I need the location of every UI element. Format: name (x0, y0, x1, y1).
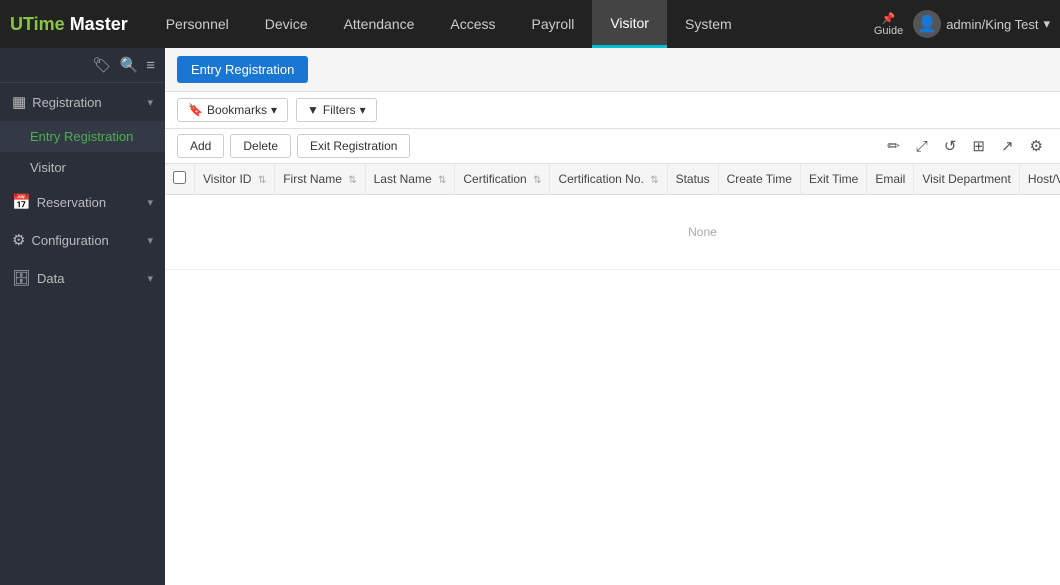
bookmark-icon: 🔖 (188, 103, 203, 117)
history-icon-button[interactable]: ↺ (939, 134, 962, 158)
col-visitor-id: Visitor ID ⇅ (195, 164, 275, 195)
nav-personnel[interactable]: Personnel (148, 0, 247, 48)
top-navigation: UTime Master Personnel Device Attendance… (0, 0, 1060, 48)
sidebar-icons-row: 🏷 🔍 ≡ (0, 48, 165, 83)
col-certification: Certification ⇅ (455, 164, 550, 195)
sort-visitor-id-icon[interactable]: ⇅ (258, 175, 266, 186)
database-icon: 🗄 (12, 269, 31, 287)
guide-label: Guide (874, 25, 903, 37)
sidebar-section-configuration-label: Configuration (31, 233, 108, 248)
select-all-checkbox[interactable] (173, 171, 186, 184)
sidebar-section-data: 🗄 Data ▾ (0, 259, 165, 297)
filters-chevron-icon: ▾ (360, 103, 366, 117)
sort-last-name-icon[interactable]: ⇅ (438, 175, 446, 186)
sidebar: 🏷 🔍 ≡ ▦ Registration ▾ Entry Registratio… (0, 48, 165, 585)
add-button[interactable]: Add (177, 134, 224, 158)
col-exit-time: Exit Time (800, 164, 866, 195)
empty-message: None (165, 195, 1060, 270)
menu-icon[interactable]: ≡ (146, 57, 155, 74)
nav-attendance[interactable]: Attendance (326, 0, 433, 48)
expand-icon-button[interactable]: ⤢ (911, 134, 933, 158)
delete-button[interactable]: Delete (230, 134, 291, 158)
chevron-down-icon: ▾ (147, 96, 153, 109)
nav-visitor[interactable]: Visitor (592, 0, 667, 48)
search-icon[interactable]: 🔍 (120, 56, 139, 74)
share-icon-button[interactable]: ↗ (996, 134, 1019, 158)
sidebar-section-registration: ▦ Registration ▾ Entry Registration Visi… (0, 83, 165, 183)
visitor-table: Visitor ID ⇅ First Name ⇅ Last Name ⇅ (165, 164, 1060, 270)
col-create-time: Create Time (718, 164, 800, 195)
sidebar-header-reservation[interactable]: 📅 Reservation ▾ (0, 183, 165, 221)
chevron-right-icon-2: ▾ (147, 234, 153, 247)
sidebar-item-visitor[interactable]: Visitor (0, 152, 165, 183)
sidebar-section-configuration: ⚙ Configuration ▾ (0, 221, 165, 259)
action-bar-right: ✏ ⤢ ↺ ⊞ ↗ ⚙ (882, 134, 1048, 158)
col-host-visited: Host/Visited (1019, 164, 1060, 195)
main-content: Entry Registration 🔖 Bookmarks ▾ ▼ Filte… (165, 48, 1060, 585)
bookmarks-label: Bookmarks (207, 103, 267, 117)
settings-icon: ⚙ (12, 231, 25, 249)
table-container: Visitor ID ⇅ First Name ⇅ Last Name ⇅ (165, 164, 1060, 585)
sidebar-header-data[interactable]: 🗄 Data ▾ (0, 259, 165, 297)
toolbar: 🔖 Bookmarks ▾ ▼ Filters ▾ (165, 92, 1060, 129)
content-header: Entry Registration (165, 48, 1060, 92)
user-label: admin/King Test (946, 17, 1038, 32)
action-bar: Add Delete Exit Registration ✏ ⤢ ↺ ⊞ ↗ ⚙ (165, 129, 1060, 164)
sidebar-section-reservation: 📅 Reservation ▾ (0, 183, 165, 221)
filter-icon: ▼ (307, 103, 319, 117)
col-last-name: Last Name ⇅ (365, 164, 455, 195)
calendar-icon: 📅 (12, 193, 31, 211)
user-avatar: 👤 (913, 10, 941, 38)
col-email: Email (867, 164, 914, 195)
main-layout: 🏷 🔍 ≡ ▦ Registration ▾ Entry Registratio… (0, 48, 1060, 585)
col-certification-no: Certification No. ⇅ (550, 164, 667, 195)
col-visit-department: Visit Department (914, 164, 1019, 195)
sidebar-section-registration-label: Registration (32, 95, 101, 110)
nav-access[interactable]: Access (432, 0, 513, 48)
nav-system[interactable]: System (667, 0, 750, 48)
sort-certification-icon[interactable]: ⇅ (533, 175, 541, 186)
select-all-checkbox-header[interactable] (165, 164, 195, 195)
user-menu[interactable]: 👤 admin/King Test ▾ (913, 10, 1050, 38)
sidebar-header-configuration[interactable]: ⚙ Configuration ▾ (0, 221, 165, 259)
empty-table-row: None (165, 195, 1060, 270)
table-header-row: Visitor ID ⇅ First Name ⇅ Last Name ⇅ (165, 164, 1060, 195)
bookmarks-button[interactable]: 🔖 Bookmarks ▾ (177, 98, 288, 122)
guide-button[interactable]: 📌 Guide (874, 12, 903, 37)
grid-icon: ▦ (12, 93, 26, 111)
bookmarks-chevron-icon: ▾ (271, 103, 277, 117)
chevron-right-icon-3: ▾ (147, 272, 153, 285)
edit-icon-button[interactable]: ✏ (882, 134, 905, 158)
action-bar-left: Add Delete Exit Registration (177, 134, 410, 158)
filters-button[interactable]: ▼ Filters ▾ (296, 98, 377, 122)
col-status: Status (667, 164, 718, 195)
col-first-name: First Name ⇅ (275, 164, 365, 195)
nav-payroll[interactable]: Payroll (514, 0, 593, 48)
logo-utime: UTime (10, 14, 65, 34)
table-settings-icon-button[interactable]: ⚙ (1025, 134, 1048, 158)
exit-registration-button[interactable]: Exit Registration (297, 134, 410, 158)
guide-icon: 📌 (882, 12, 896, 25)
columns-icon-button[interactable]: ⊞ (967, 134, 990, 158)
app-logo: UTime Master (10, 14, 128, 35)
entry-registration-tab-button[interactable]: Entry Registration (177, 56, 308, 83)
sidebar-section-data-label: Data (37, 271, 64, 286)
sort-cert-no-icon[interactable]: ⇅ (650, 175, 658, 186)
sidebar-section-reservation-label: Reservation (37, 195, 106, 210)
filters-label: Filters (323, 103, 356, 117)
sidebar-item-entry-registration[interactable]: Entry Registration (0, 121, 165, 152)
nav-items: Personnel Device Attendance Access Payro… (148, 0, 874, 48)
sidebar-header-registration[interactable]: ▦ Registration ▾ (0, 83, 165, 121)
nav-right: 📌 Guide 👤 admin/King Test ▾ (874, 10, 1050, 38)
nav-device[interactable]: Device (247, 0, 326, 48)
user-chevron-icon: ▾ (1043, 16, 1050, 32)
tag-icon[interactable]: 🏷 (93, 56, 112, 74)
chevron-right-icon: ▾ (147, 196, 153, 209)
sort-first-name-icon[interactable]: ⇅ (348, 175, 356, 186)
